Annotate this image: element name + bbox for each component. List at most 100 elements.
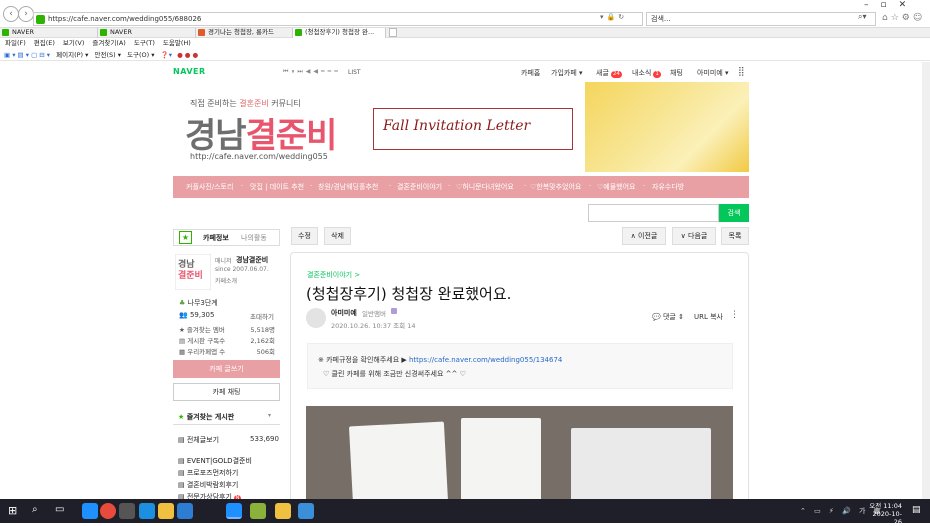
app-icon[interactable] (119, 503, 135, 519)
menu-file[interactable]: 파일(F) (5, 39, 26, 47)
chrome-icon[interactable] (100, 503, 116, 519)
prev-post-button[interactable]: ∧ 이전글 (622, 227, 666, 245)
menu-help[interactable]: 도움말(H) (163, 39, 191, 47)
cafe-name[interactable]: 경남결준비 (236, 255, 268, 265)
task-view-icon[interactable]: ▭ (55, 504, 64, 515)
command-tools[interactable]: 도구(O) ▾ (127, 51, 154, 59)
comment-button[interactable]: 💬 댓글 ⇕ (652, 312, 684, 322)
search-icon[interactable]: ⌕ (32, 504, 38, 515)
invite-link[interactable]: 초대하기 (250, 311, 274, 321)
gnb-my-news[interactable]: 내소식 1 (632, 68, 661, 78)
apps-grid-icon[interactable]: ⣿ (738, 67, 745, 77)
category-item[interactable]: ♡허니문다녀왔어요 (456, 182, 514, 192)
ie-running-icon[interactable] (226, 503, 242, 519)
windows-start-icon[interactable]: ⊞ (8, 504, 17, 517)
category-item[interactable]: ♡예물했어요 (597, 182, 635, 192)
gnb-new-posts[interactable]: 새글 24 (596, 68, 622, 78)
cafe-chat-button[interactable]: 카페 채팅 (173, 383, 280, 401)
search-icon[interactable]: ⌕▾ (858, 12, 867, 22)
notification-icon[interactable]: ▤ (912, 505, 921, 515)
help-icon[interactable]: ❓▾ (161, 51, 172, 59)
chevron-down-icon[interactable]: ▾ (268, 412, 271, 419)
rules-link[interactable]: https://cafe.naver.com/wedding055/134674 (409, 356, 562, 364)
tab-my-activity[interactable]: 나의활동 (241, 233, 267, 243)
author-avatar[interactable] (306, 308, 326, 328)
url-copy-button[interactable]: URL 복사 (694, 312, 723, 322)
window-controls[interactable]: –▫✕ (864, 0, 918, 10)
board-link[interactable]: ▤ 프로포즈먼저하기 (178, 468, 238, 478)
new-tab-button[interactable] (389, 28, 397, 37)
category-item[interactable]: 커플사진/스토리 (186, 182, 233, 192)
member-count[interactable]: 👥 59,305 (179, 311, 214, 319)
gnb-chat[interactable]: 채팅 (670, 68, 683, 78)
cafe-write-button[interactable]: 카페 글쓰기 (173, 360, 280, 378)
edit-button[interactable]: 수정 (291, 227, 318, 245)
all-posts-link[interactable]: ▤ 전체글보기 (178, 435, 219, 445)
menu-view[interactable]: 보기(V) (63, 39, 84, 47)
gnb-user-menu[interactable]: 아미미예 ▾ (697, 68, 729, 78)
category-item[interactable]: 결혼준비이야기 (397, 182, 442, 192)
all-posts-count: 533,690 (250, 435, 279, 443)
cafe-search-input[interactable] (588, 204, 719, 222)
cafe-thumbnail[interactable]: 경남 결준비 (175, 254, 211, 290)
address-bar-icons[interactable]: ▾🔒↻ (600, 13, 627, 21)
tab-cafe-info[interactable]: 카페정보 (203, 233, 229, 243)
category-item[interactable]: 창원/경남웨딩홀추천 (318, 182, 378, 192)
address-bar[interactable]: https://cafe.naver.com/wedding055/688026 (33, 12, 643, 26)
app-running-icon[interactable] (250, 503, 266, 519)
category-item[interactable]: 자유수다방 (652, 182, 684, 192)
manager-label: 매니저 (215, 258, 232, 265)
category-item[interactable]: 맛집 | 데이트 추천 (250, 182, 304, 192)
delete-button[interactable]: 삭제 (324, 227, 351, 245)
board-link[interactable]: ▤ 결혼비박람회후기 (178, 480, 238, 490)
stat-favorite-members: ★ 즐겨찾는 멤버 (179, 326, 225, 334)
category-item[interactable]: ♡한복맞추었어요 (530, 182, 581, 192)
author-name[interactable]: 아미미예 (331, 308, 357, 318)
favorite-boards-title[interactable]: ★ 즐겨찾는 게시판 (178, 412, 234, 422)
ie-icon[interactable] (82, 503, 98, 519)
scrollbar[interactable] (922, 62, 930, 499)
author-grade: 일반맴버 (362, 310, 386, 318)
toolbar-icons[interactable]: ▣ ▾ ▤ ▾ ▢ ⊟ ▾ (4, 51, 50, 59)
player-list-button[interactable]: LIST (348, 69, 361, 76)
invitation-text: Fall Invitation Letter (383, 118, 531, 134)
more-icon[interactable]: ⋮ (730, 310, 739, 320)
next-post-button[interactable]: ∨ 다음글 (672, 227, 716, 245)
forward-button[interactable]: › (18, 6, 34, 22)
notice-line-2: ♡ 클린 카페를 위해 조금만 신경써주세요 ^^ ♡ (323, 370, 466, 378)
cafe-search-button[interactable]: 검색 (719, 204, 749, 222)
app-icon[interactable] (139, 503, 155, 519)
article-photo[interactable] (306, 406, 733, 499)
home-star-gear-icons[interactable]: ⌂☆⚙☺ (882, 13, 925, 23)
command-safety[interactable]: 안전(S) ▾ (94, 51, 121, 59)
menu-edit[interactable]: 편집(E) (34, 39, 55, 47)
star-icon[interactable]: ★ (179, 231, 192, 244)
list-button[interactable]: 목록 (721, 227, 749, 245)
app-icon[interactable] (177, 503, 193, 519)
menu-favorites[interactable]: 즐겨찾기(A) (92, 39, 125, 47)
article-category[interactable]: 결혼준비이야기 > (307, 270, 360, 280)
browser-tab[interactable]: 경기나는 청첩장, 롱카드 (196, 28, 293, 38)
back-button[interactable]: ‹ (3, 6, 19, 22)
gnb-joined-cafes[interactable]: 가입카페 ▾ (551, 68, 583, 78)
addon-icons[interactable]: ● ● ● (177, 51, 198, 59)
browser-tab[interactable]: NAVER (0, 28, 98, 38)
naver-logo[interactable]: NAVER (173, 67, 206, 76)
taskbar-clock[interactable]: 오전 11:04 2020-10-26 (868, 502, 902, 526)
music-player-controls[interactable]: ⏮⏸⏭◀◀━━━ (283, 68, 341, 76)
menu-tools[interactable]: 도구(T) (134, 39, 155, 47)
cafe-rank[interactable]: ♣ 나무3단계 (179, 298, 218, 308)
command-bar: ▣ ▾ ▤ ▾ ▢ ⊟ ▾ 페이지(P) ▾ 안전(S) ▾ 도구(O) ▾ ❓… (0, 49, 930, 61)
explorer-running-icon[interactable] (275, 503, 291, 519)
command-page[interactable]: 페이지(P) ▾ (56, 51, 88, 59)
board-link[interactable]: ▤ EVENT|GOLD결준비 (178, 456, 252, 466)
gnb-cafe-home[interactable]: 카페홈 (521, 68, 540, 78)
browser-tab[interactable]: NAVER (98, 28, 196, 38)
cafe-intro-link[interactable]: 카페소개 (215, 276, 237, 285)
folder-icon[interactable] (158, 503, 174, 519)
stat-subscriptions: ▤ 게시판 구독수 (179, 337, 226, 345)
app-running-icon[interactable] (298, 503, 314, 519)
my-news-badge: 1 (653, 71, 661, 78)
browser-tab-active[interactable]: (청첩장후기) 청첩장 완... (293, 28, 386, 38)
browser-search-input[interactable]: 검색... (646, 12, 876, 26)
